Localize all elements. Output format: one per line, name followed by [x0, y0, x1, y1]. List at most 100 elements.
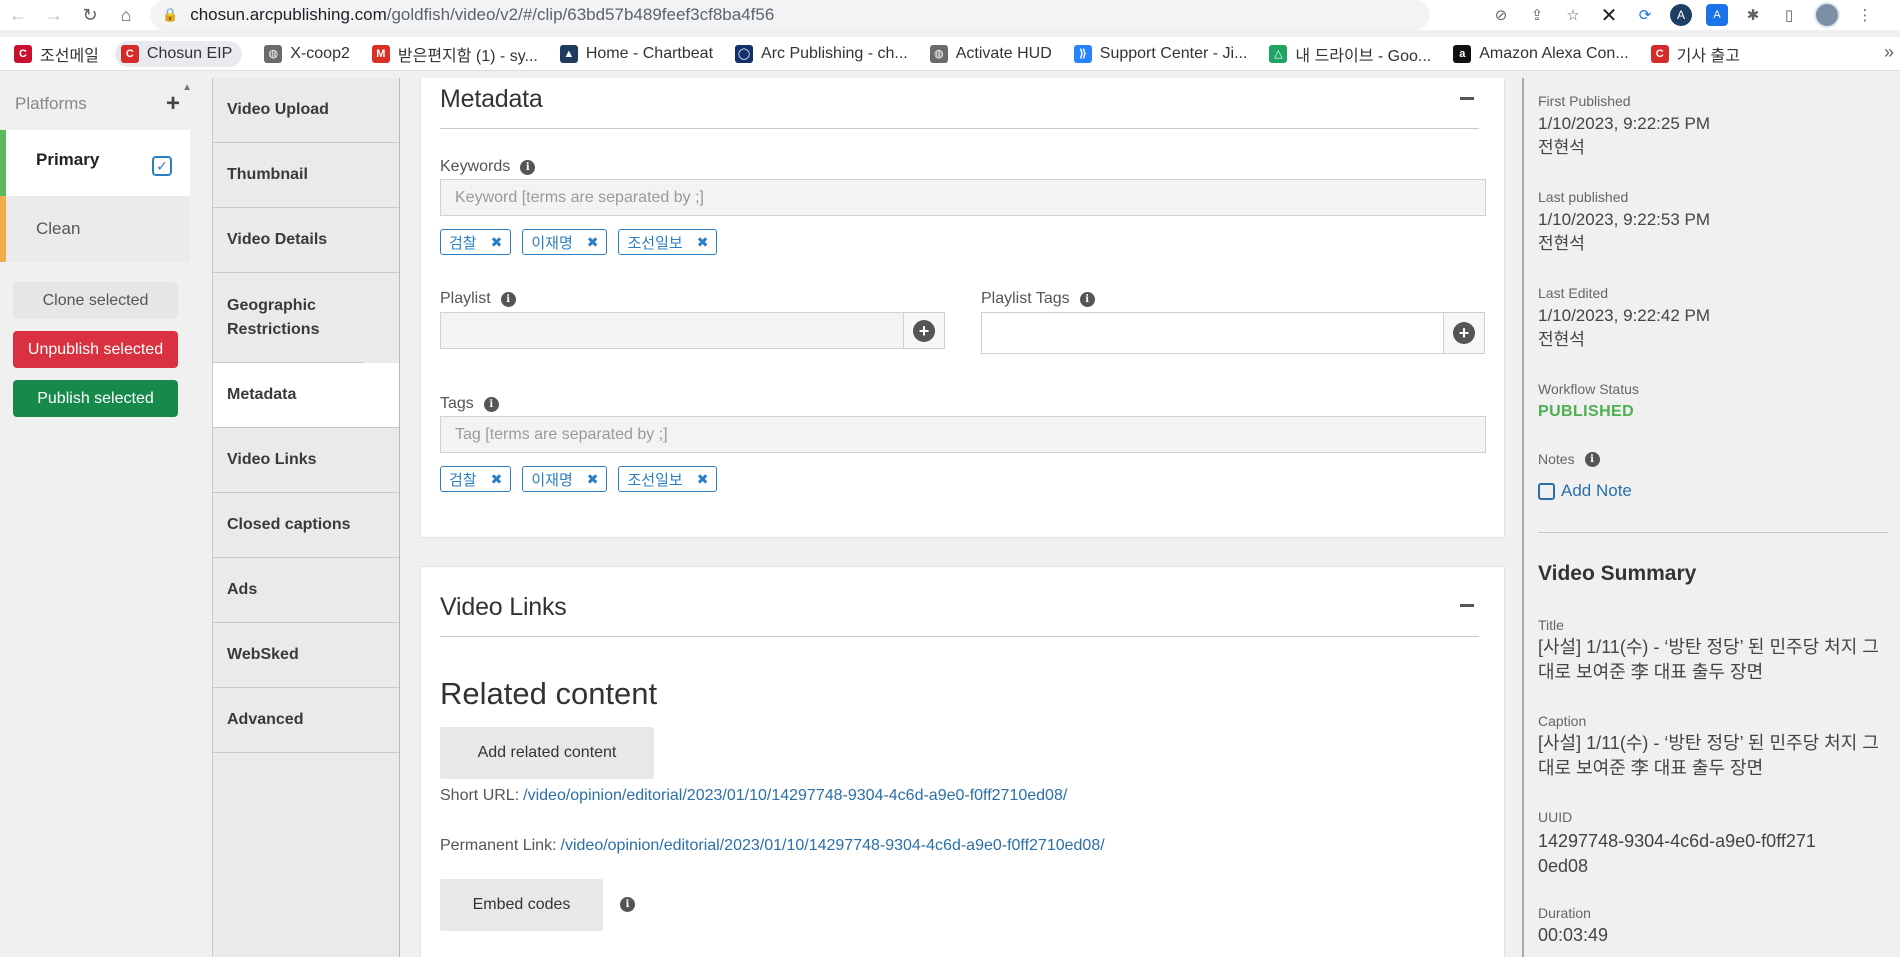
caption-value: [사설] 1/11(수) - ‘방탄 정당’ 된 민주당 처지 그대로 보여준 … [1538, 733, 1879, 778]
divider [440, 636, 1479, 637]
reload-icon[interactable]: ↻ [72, 0, 108, 30]
star-icon[interactable]: ☆ [1562, 4, 1584, 26]
add-playlist-tag-button[interactable]: + [1443, 312, 1485, 354]
bookmark-item[interactable]: ▲ Home - Chartbeat [559, 44, 714, 63]
info-icon[interactable]: i [520, 159, 536, 175]
bookmarks-overflow-icon[interactable]: » [1884, 42, 1894, 63]
clone-selected-button[interactable]: Clone selected [13, 282, 178, 319]
bookmark-item[interactable]: ⟫ Support Center - Ji... [1073, 44, 1247, 63]
chosun-eip-icon: C [1650, 44, 1669, 63]
menu-dots-icon[interactable]: ⋮ [1854, 4, 1876, 26]
forward-icon[interactable]: → [36, 0, 72, 30]
bookmark-item[interactable]: C 조선메일 [14, 42, 99, 66]
section-nav-item[interactable]: Metadata [213, 363, 399, 428]
google-drive-icon: △ [1269, 44, 1288, 63]
collapse-icon[interactable] [1460, 97, 1474, 100]
add-platform-icon[interactable]: + [166, 90, 180, 118]
section-nav-item[interactable]: Advanced [213, 688, 399, 753]
publish-selected-button[interactable]: Publish selected [13, 380, 178, 417]
playlist-input[interactable] [440, 312, 904, 349]
collapse-icon[interactable] [1460, 604, 1474, 607]
plus-circle-icon: + [1453, 322, 1475, 344]
info-icon[interactable]: i [1584, 451, 1600, 467]
add-related-content-button[interactable]: Add related content [440, 727, 654, 779]
remove-icon[interactable]: ✖ [491, 471, 503, 488]
sync-extension-icon[interactable]: ⟳ [1634, 4, 1656, 26]
add-note-link[interactable]: Add Note [1538, 481, 1632, 501]
title-label: Title [1538, 617, 1564, 633]
bookmark-item[interactable]: a Amazon Alexa Con... [1453, 44, 1629, 63]
translate-extension-icon[interactable]: A [1706, 4, 1728, 26]
info-icon[interactable]: i [500, 291, 516, 307]
bookmark-label: Chosun EIP [146, 44, 233, 62]
url-host: chosun.arcpublishing.com [190, 5, 387, 24]
tag-pill: 검찰 ✖ [440, 466, 512, 492]
bookmark-item[interactable]: C Chosun EIP [114, 40, 243, 67]
add-playlist-button[interactable]: + [903, 312, 945, 349]
info-icon[interactable]: i [483, 396, 499, 412]
bookmark-label: 조선메일 [40, 47, 99, 65]
platforms-header: Platforms + [0, 78, 192, 130]
section-nav-item[interactable]: Video Details [213, 208, 399, 273]
bookmark-item[interactable]: C 기사 출고 [1650, 42, 1740, 66]
bookmark-item[interactable]: ◍ Activate HUD [929, 44, 1052, 63]
short-url-link[interactable]: /video/opinion/editorial/2023/01/10/1429… [523, 787, 1067, 804]
remove-icon[interactable]: ✖ [587, 234, 599, 251]
section-nav-item[interactable]: Video Links [213, 428, 399, 493]
arc-extension-icon[interactable]: A [1670, 4, 1692, 26]
section-nav-item[interactable]: Ads [213, 558, 399, 623]
remove-icon[interactable]: ✖ [491, 234, 503, 251]
info-icon[interactable]: i [1079, 291, 1095, 307]
playlist-tags-input[interactable] [981, 312, 1444, 354]
last-edited-date: 1/10/2023, 9:22:42 PM [1538, 306, 1711, 325]
last-published-by: 전현석 [1538, 234, 1585, 253]
extensions-puzzle-icon[interactable]: ✱ [1742, 4, 1764, 26]
platform-label: Primary [36, 150, 100, 169]
side-panel-icon[interactable]: ▯ [1778, 4, 1800, 26]
tags-input[interactable]: Tag [terms are separated by ;] [440, 416, 1486, 453]
bookmark-label: Arc Publishing - ch... [761, 44, 908, 62]
bookmark-label: X-coop2 [290, 44, 350, 62]
x-extension-icon[interactable]: ✕ [1598, 4, 1620, 27]
url-path: /goldfish/video/v2/#/clip/63bd57b489feef… [386, 5, 775, 24]
unpublish-selected-button[interactable]: Unpublish selected [13, 331, 178, 368]
section-nav-item[interactable]: Closed captions [213, 493, 399, 558]
bookmark-item[interactable]: ◯ Arc Publishing - ch... [735, 44, 908, 63]
scroll-up-arrow-icon[interactable]: ▲ [182, 82, 192, 93]
keyword-text: 조선일보 [627, 234, 683, 252]
main-content: Metadata Keywords i Keyword [terms are s… [400, 78, 1520, 957]
platform-item-primary[interactable]: Primary ✓ [0, 130, 190, 196]
embed-codes-button[interactable]: Embed codes [440, 879, 603, 931]
bookmark-item[interactable]: △ 내 드라이브 - Goo... [1269, 42, 1431, 66]
section-nav-item[interactable]: WebSked [213, 623, 399, 688]
check-icon[interactable]: ✓ [152, 156, 172, 176]
last-published-label: Last published [1538, 189, 1629, 205]
keywords-input[interactable]: Keyword [terms are separated by ;] [440, 179, 1486, 216]
remove-icon[interactable]: ✖ [697, 234, 709, 251]
profile-avatar[interactable] [1814, 2, 1840, 28]
bookmark-item[interactable]: M 받은편지함 (1) - sy... [371, 42, 538, 66]
permanent-link-row: Permanent Link:/video/opinion/editorial/… [440, 837, 1105, 855]
address-bar[interactable]: 🔒 chosun.arcpublishing.com /goldfish/vid… [150, 0, 1430, 30]
info-icon[interactable]: i [620, 897, 635, 912]
bookmark-label: Home - Chartbeat [585, 44, 714, 62]
section-nav-item[interactable]: Geographic Restrictions [213, 273, 363, 363]
workflow-status-value: PUBLISHED [1538, 403, 1635, 420]
bookmark-label: Activate HUD [955, 44, 1052, 62]
permanent-link[interactable]: /video/opinion/editorial/2023/01/10/1429… [561, 837, 1105, 854]
remove-icon[interactable]: ✖ [587, 471, 599, 488]
blocked-icon[interactable]: ⊘ [1490, 4, 1512, 26]
back-icon[interactable]: ← [0, 0, 36, 30]
remove-icon[interactable]: ✖ [697, 471, 709, 488]
divider [440, 128, 1479, 129]
related-content-heading: Related content [440, 676, 658, 711]
share-icon[interactable]: ⇪ [1526, 4, 1548, 26]
section-nav-item[interactable]: Thumbnail [213, 143, 399, 208]
first-published-label: First Published [1538, 93, 1631, 109]
bookmark-item[interactable]: ◍ X-coop2 [264, 44, 350, 63]
home-icon[interactable]: ⌂ [108, 0, 144, 30]
section-nav-item[interactable]: Video Upload [213, 78, 399, 143]
platform-item-clean[interactable]: Clean [0, 196, 190, 262]
last-edited-by: 전현석 [1538, 330, 1585, 349]
jira-icon: ⟫ [1073, 44, 1092, 63]
